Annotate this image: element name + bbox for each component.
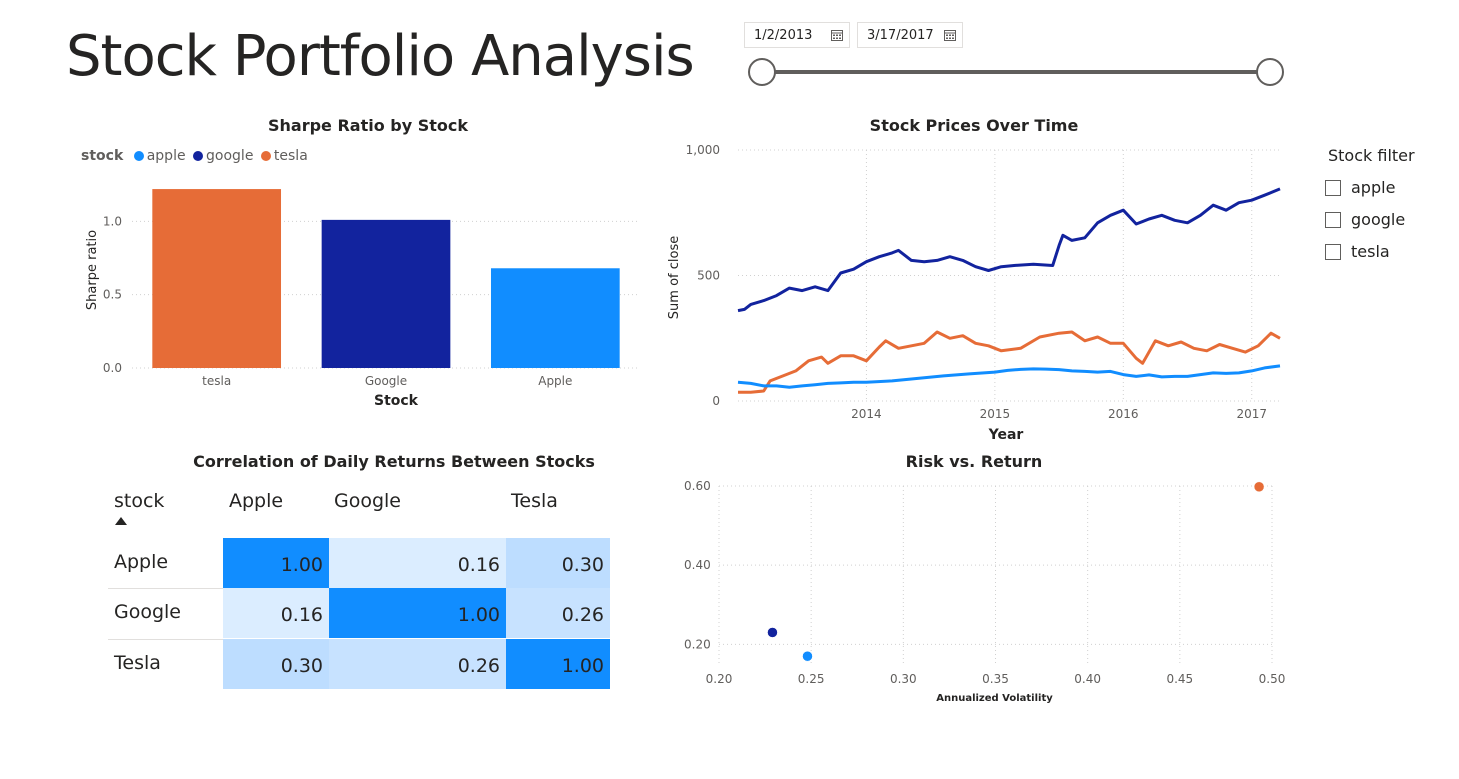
y-tick-label: 1.0 bbox=[103, 214, 122, 228]
x-tick-label: 0.20 bbox=[706, 672, 733, 686]
legend-dot-icon bbox=[193, 151, 204, 161]
series-line-2 bbox=[737, 364, 1281, 389]
scatter-point-0 bbox=[767, 627, 778, 638]
x-tick-label: 0.50 bbox=[1259, 672, 1286, 686]
matrix-row-label: Apple bbox=[114, 551, 169, 573]
legend-dot-icon bbox=[260, 151, 271, 161]
x-tick-label: 0.45 bbox=[1166, 672, 1193, 686]
matrix-row-label: Tesla bbox=[114, 652, 161, 674]
start-date-value: 1/2/2013 bbox=[754, 28, 813, 43]
matrix-cell: 1.00 bbox=[506, 639, 610, 689]
y-axis-title: Sum of close bbox=[667, 236, 682, 319]
x-tick-label: 0.25 bbox=[798, 672, 825, 686]
filter-option-apple[interactable]: apple bbox=[1325, 178, 1395, 198]
y-tick-label: 500 bbox=[697, 269, 720, 283]
y-tick-label: 0.0 bbox=[103, 361, 122, 375]
y-tick-label: 0.20 bbox=[684, 637, 711, 651]
start-date-input[interactable]: 1/2/2013 bbox=[744, 22, 850, 48]
scatter-point-1 bbox=[802, 650, 813, 662]
y-tick-label: 0.5 bbox=[103, 288, 122, 302]
x-tick-label: 0.35 bbox=[982, 672, 1009, 686]
correlation-matrix: stock Apple Google Tesla Apple Google Te… bbox=[108, 480, 610, 692]
matrix-cell: 1.00 bbox=[223, 538, 329, 588]
x-tick-label: Apple bbox=[538, 374, 572, 388]
end-date-input[interactable]: 3/17/2017 bbox=[857, 22, 963, 48]
x-tick-label: 2016 bbox=[1108, 407, 1139, 421]
bar-chart-title: Sharpe Ratio by Stock bbox=[267, 116, 469, 135]
bar-google bbox=[321, 219, 451, 368]
legend-title: stock bbox=[81, 148, 124, 164]
matrix-cell: 1.00 bbox=[329, 588, 506, 638]
scatter-point-2 bbox=[1253, 481, 1265, 493]
x-tick-label: tesla bbox=[202, 374, 231, 388]
matrix-cell: 0.26 bbox=[329, 639, 506, 689]
series-line-0 bbox=[737, 187, 1281, 313]
calendar-icon[interactable] bbox=[944, 29, 956, 41]
matrix-col-header-google[interactable]: Google bbox=[334, 490, 401, 512]
row-divider bbox=[108, 639, 223, 640]
sharpe-bar-chart: 0.0 0.5 1.0 tesla Google Apple Stock Sharpe rat… bbox=[85, 189, 640, 409]
date-range-slider-track[interactable] bbox=[760, 70, 1270, 74]
y-tick-label: 0.60 bbox=[684, 479, 711, 493]
matrix-row-header[interactable]: stock bbox=[114, 490, 164, 512]
x-tick-label: 2017 bbox=[1236, 407, 1267, 421]
risk-return-scatter: 0.20 0.40 0.60 0.20 0.25 0.30 0.35 0.40 0.45 0.50… bbox=[684, 479, 1286, 704]
x-axis-title: Stock bbox=[374, 393, 419, 409]
legend-dot-icon bbox=[133, 151, 144, 161]
x-tick-label: Google bbox=[365, 374, 407, 388]
matrix-row-label: Google bbox=[114, 601, 182, 623]
filter-option-tesla[interactable]: tesla bbox=[1325, 242, 1390, 262]
x-tick-label: 0.30 bbox=[890, 672, 917, 686]
slider-start-handle[interactable] bbox=[748, 58, 776, 86]
scatter-chart-title: Risk vs. Return bbox=[905, 452, 1043, 471]
line-chart-title: Stock Prices Over Time bbox=[869, 116, 1079, 135]
matrix-cell: 0.16 bbox=[329, 538, 506, 588]
matrix-cell: 0.26 bbox=[506, 588, 610, 638]
y-tick-label: 0 bbox=[712, 394, 720, 408]
end-date-value: 3/17/2017 bbox=[867, 28, 934, 43]
matrix-cell: 0.30 bbox=[506, 538, 610, 588]
x-tick-label: 0.40 bbox=[1074, 672, 1101, 686]
y-tick-label: 1,000 bbox=[686, 143, 720, 157]
row-divider bbox=[108, 588, 223, 589]
checkbox[interactable] bbox=[1325, 244, 1341, 260]
legend-item-tesla[interactable]: tesla bbox=[260, 148, 308, 164]
matrix-col-header-tesla[interactable]: Tesla bbox=[511, 490, 558, 512]
slider-end-handle[interactable] bbox=[1256, 58, 1284, 86]
checkbox[interactable] bbox=[1325, 212, 1341, 228]
stock-filter-title: Stock filter bbox=[1328, 146, 1415, 165]
price-line-chart: 0 500 1,000 2014 2015 2016 2017 Year Sum of clos… bbox=[667, 143, 1281, 443]
x-axis-title: Annualized Volatility bbox=[936, 693, 1053, 704]
page-title: Stock Portfolio Analysis bbox=[66, 24, 695, 89]
x-tick-label: 2014 bbox=[851, 407, 882, 421]
y-tick-label: 0.40 bbox=[684, 558, 711, 572]
matrix-title: Correlation of Daily Returns Between Sto… bbox=[193, 452, 595, 471]
checkbox[interactable] bbox=[1325, 180, 1341, 196]
filter-option-google[interactable]: google bbox=[1325, 210, 1405, 230]
bar-chart-legend: stock apple google tesla bbox=[81, 148, 308, 164]
sort-ascending-icon[interactable] bbox=[115, 517, 127, 525]
matrix-cell: 0.16 bbox=[223, 588, 329, 638]
bar-apple bbox=[490, 268, 620, 368]
matrix-cell: 0.30 bbox=[223, 639, 329, 689]
legend-item-google[interactable]: google bbox=[193, 148, 253, 164]
bar-tesla bbox=[152, 189, 282, 368]
legend-item-apple[interactable]: apple bbox=[133, 148, 186, 164]
matrix-col-header-apple[interactable]: Apple bbox=[229, 490, 283, 512]
x-axis-title: Year bbox=[988, 427, 1024, 443]
calendar-icon[interactable] bbox=[831, 29, 843, 41]
x-tick-label: 2015 bbox=[980, 407, 1011, 421]
y-axis-title: Sharpe ratio bbox=[85, 230, 100, 310]
